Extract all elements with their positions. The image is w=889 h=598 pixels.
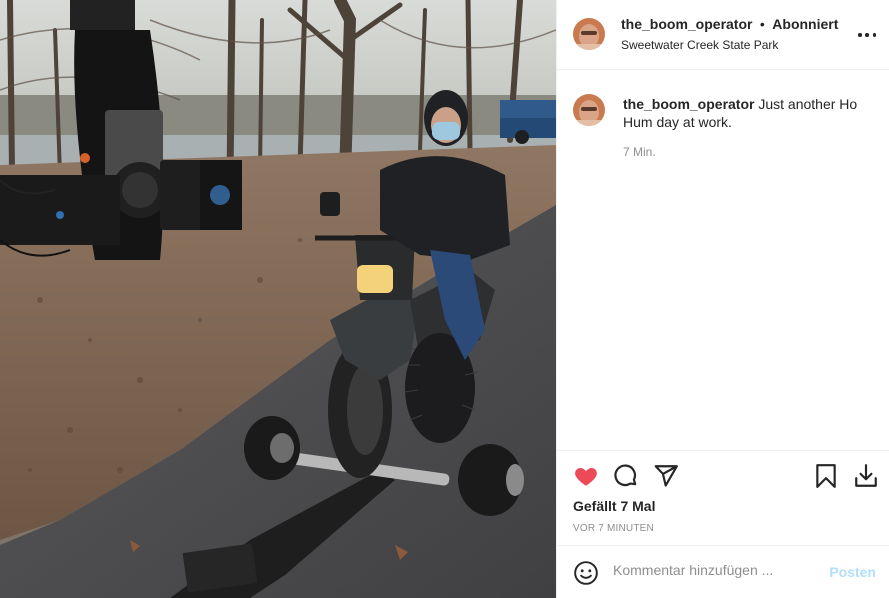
- post-timestamp[interactable]: vor 7 Minuten: [573, 523, 654, 534]
- comment-form: Posten: [557, 545, 889, 598]
- post-comment-button[interactable]: Posten: [829, 564, 876, 580]
- paper-plane-icon[interactable]: [653, 463, 679, 489]
- post-sidebar: the_boom_operator • Abonniert Sweetwater…: [556, 0, 889, 598]
- camera-bike-photo: [0, 0, 556, 598]
- post-header: the_boom_operator • Abonniert Sweetwater…: [557, 0, 889, 70]
- more-options-icon[interactable]: [858, 26, 876, 44]
- follow-status-button[interactable]: Abonniert: [772, 16, 838, 32]
- location-link[interactable]: Sweetwater Creek State Park: [621, 38, 838, 52]
- comments-area: the_boom_operator Just another Ho Hum da…: [557, 70, 889, 450]
- caption-username[interactable]: the_boom_operator: [623, 96, 754, 112]
- separator-dot: •: [759, 16, 765, 32]
- caption: the_boom_operator Just another Ho Hum da…: [623, 95, 873, 131]
- avatar-image: [573, 18, 605, 50]
- avatar[interactable]: [573, 18, 605, 50]
- caption-timestamp[interactable]: 7 Min.: [623, 145, 656, 159]
- post-photo[interactable]: [0, 0, 556, 598]
- action-bar: Gefällt 7 Mal vor 7 Minuten: [557, 450, 889, 545]
- avatar-image: [573, 94, 605, 126]
- header-username[interactable]: the_boom_operator: [621, 16, 752, 32]
- comment-input[interactable]: [613, 562, 813, 578]
- download-icon[interactable]: [853, 463, 879, 489]
- caption-avatar[interactable]: [573, 94, 605, 126]
- emoji-icon[interactable]: [573, 560, 599, 586]
- heart-filled-icon[interactable]: [573, 463, 599, 489]
- like-count[interactable]: Gefällt 7 Mal: [573, 498, 655, 514]
- comment-bubble-icon[interactable]: [613, 463, 639, 489]
- bookmark-icon[interactable]: [813, 463, 839, 489]
